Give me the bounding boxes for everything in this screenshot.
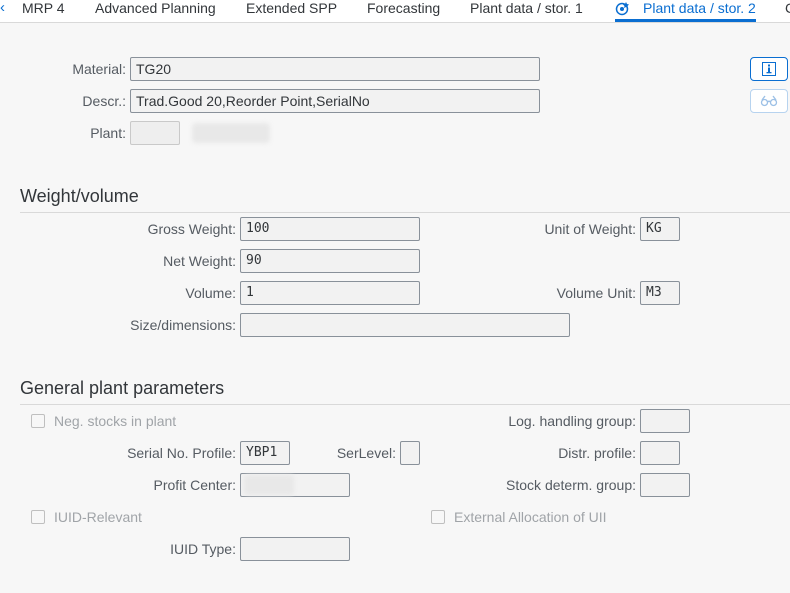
descr-label: Descr.: (82, 93, 126, 109)
profit-center-label: Profit Center: (153, 477, 236, 493)
distr-profile-field[interactable] (640, 441, 680, 465)
volume-unit-label: Volume Unit: (556, 285, 636, 301)
tab-mrp4[interactable]: MRP 4 (22, 0, 65, 21)
plant-label: Plant: (90, 125, 126, 141)
volume-unit-field[interactable]: M3 (640, 281, 680, 305)
volume-label: Volume: (185, 285, 236, 301)
size-dimensions-label: Size/dimensions: (130, 317, 236, 333)
log-handling-group-field[interactable] (640, 409, 690, 433)
where-used-button[interactable] (750, 89, 788, 113)
gross-weight-field[interactable]: 100 (240, 217, 420, 241)
iuid-type-field[interactable] (240, 537, 350, 561)
iuid-relevant-label: IUID-Relevant (54, 509, 142, 525)
glasses-icon (760, 95, 778, 107)
iuid-type-label: IUID Type: (170, 541, 236, 557)
stock-determ-group-field[interactable] (640, 473, 690, 497)
plant-description-redacted (192, 123, 270, 143)
target-icon (615, 2, 629, 16)
material-field[interactable]: TG20 (130, 57, 540, 81)
tab-plant-data-stor-1[interactable]: Plant data / stor. 1 (470, 0, 583, 21)
description-field[interactable]: Trad.Good 20,Reorder Point,SerialNo (130, 89, 540, 113)
net-weight-label: Net Weight: (163, 253, 236, 269)
unit-of-weight-field[interactable]: KG (640, 217, 680, 241)
iuid-relevant-checkbox[interactable] (31, 510, 45, 524)
external-allocation-label: External Allocation of UII (454, 509, 607, 525)
material-label: Material: (72, 61, 126, 77)
unit-of-weight-label: Unit of Weight: (544, 221, 636, 237)
tab-overflow[interactable]: C (785, 0, 790, 16)
size-dimensions-field[interactable] (240, 313, 570, 337)
info-button[interactable] (750, 57, 788, 81)
section-divider (20, 404, 790, 405)
info-icon (762, 62, 776, 76)
gross-weight-label: Gross Weight: (147, 221, 236, 237)
serlevel-field[interactable] (400, 441, 420, 465)
stock-determ-group-label: Stock determ. group: (506, 477, 636, 493)
volume-field[interactable]: 1 (240, 281, 420, 305)
net-weight-field[interactable]: 90 (240, 249, 420, 273)
external-allocation-checkbox[interactable] (431, 510, 445, 524)
tab-forecasting[interactable]: Forecasting (367, 0, 440, 21)
neg-stocks-checkbox[interactable] (31, 414, 45, 428)
log-handling-group-label: Log. handling group: (508, 413, 636, 429)
neg-stocks-label: Neg. stocks in plant (54, 413, 177, 429)
tab-advanced-planning[interactable]: Advanced Planning (95, 0, 216, 21)
section-divider (20, 212, 790, 213)
tab-plant-data-stor-2[interactable]: Plant data / stor. 2 (615, 0, 756, 22)
tab-bar: ‹ MRP 4 Advanced Planning Extended SPP F… (0, 0, 790, 23)
plant-field[interactable] (130, 121, 180, 145)
weight-volume-title: Weight/volume (20, 186, 139, 206)
chevron-left-icon[interactable]: ‹ (0, 0, 10, 19)
serlevel-label: SerLevel: (336, 445, 396, 461)
serial-no-profile-field[interactable]: YBP1 (240, 441, 290, 465)
serial-no-profile-label: Serial No. Profile: (127, 445, 236, 461)
general-plant-parameters-title: General plant parameters (20, 378, 225, 398)
distr-profile-label: Distr. profile: (558, 445, 636, 461)
profit-center-redacted (244, 475, 294, 495)
tab-extended-spp[interactable]: Extended SPP (246, 0, 337, 21)
